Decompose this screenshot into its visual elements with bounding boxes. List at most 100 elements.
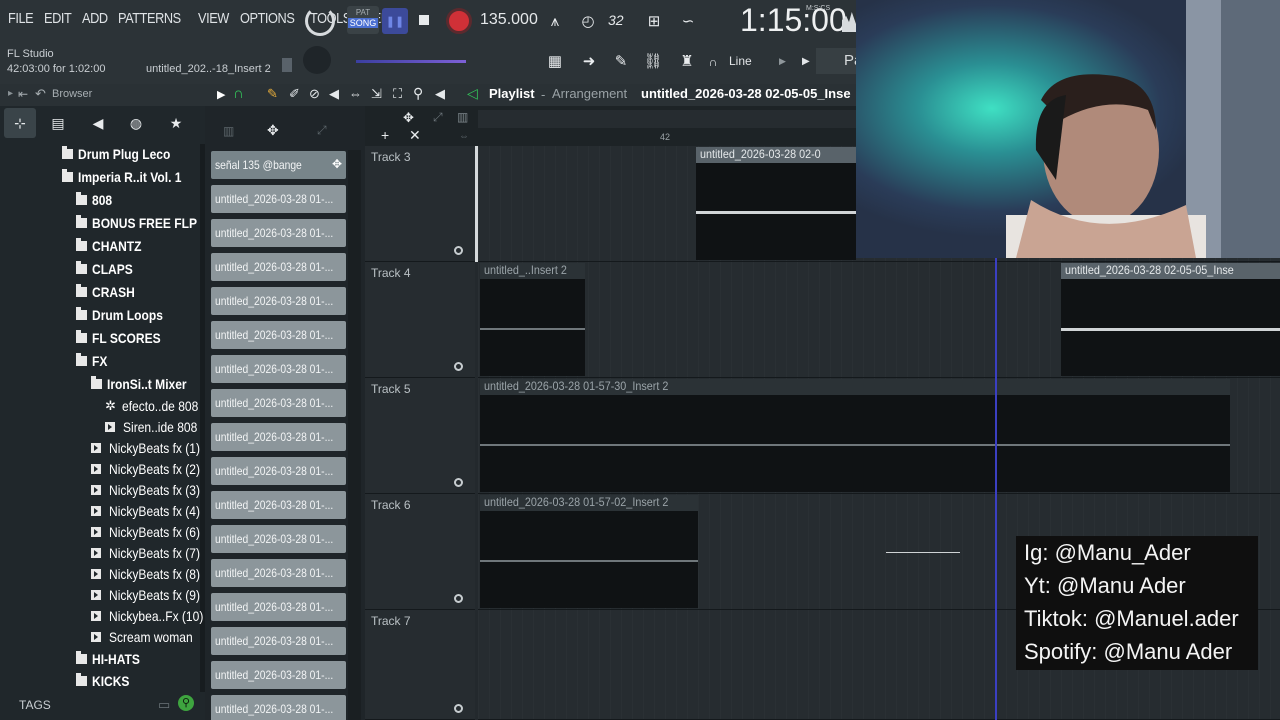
paint-tool-icon[interactable]: ✐ [289,86,300,102]
browser-item[interactable]: CLAPS [0,258,205,279]
browser-item[interactable]: IronSi..t Mixer [0,373,205,394]
browser-undo-icon[interactable]: ↶ [35,86,46,102]
select-tool-icon[interactable]: ⛶ [393,86,402,102]
tempo-display[interactable]: 135.000 [480,11,538,29]
menu-file[interactable]: FILE [8,10,34,27]
magnet-icon[interactable]: ∩ [706,54,720,70]
menu-edit[interactable]: EDIT [44,10,72,27]
favorites-tab-icon[interactable]: ★ [160,108,192,138]
playlist-menu-arrow-icon[interactable]: ▶ [217,88,225,101]
track-resize-icon[interactable]: ⇔ [459,131,469,142]
browser-item[interactable]: FX [0,350,205,371]
browser-item[interactable]: Drum Loops [0,304,205,325]
browser-item[interactable]: Drum Plug Leco [0,143,205,164]
tags-folder-icon[interactable]: ▭ [158,697,170,713]
picker-clip[interactable]: untitled_2026-03-28 01-... [211,219,346,247]
step-edit-icon[interactable]: ⊞ [642,9,666,33]
browser-arrow-icon[interactable]: ▸ [8,88,13,99]
plugin-icon[interactable]: ✎ [610,50,632,72]
playback-tool-icon[interactable]: ◀ [435,86,445,102]
pattern-selector[interactable]: Pa [816,48,856,74]
playhead[interactable] [995,258,997,720]
draw-tool-icon[interactable]: ✎ [267,86,278,102]
channel-rack-arrow-icon[interactable]: ➜ [578,50,600,72]
track-header-4[interactable]: Track 4 [365,262,475,378]
track-header-7[interactable]: Track 7 [365,610,475,720]
browser-item[interactable]: Scream woman [0,626,205,647]
browser-item[interactable]: NickyBeats fx (2) [0,458,205,479]
sounds-tab-icon[interactable]: ◍ [120,108,152,138]
menu-add[interactable]: ADD [82,10,108,27]
track-mute-led[interactable] [454,594,463,603]
plugin-database-tab-icon[interactable]: ◀ [82,108,114,138]
track-arrows-icon[interactable]: ✥ [403,110,414,126]
track-header-3[interactable]: Track 3 [365,146,475,262]
close-track-icon[interactable]: ✕ [409,127,421,144]
track-mute-led[interactable] [454,704,463,713]
snap-mode-label[interactable]: Line [729,54,752,68]
zoom-tool-icon[interactable]: ⚲ [413,85,423,102]
delete-tool-icon[interactable]: ⊘ [309,86,320,102]
add-track-icon[interactable]: + [381,127,389,143]
picker-clip[interactable]: untitled_2026-03-28 01-... [211,627,346,655]
track-header-5[interactable]: Track 5 [365,378,475,494]
song-time[interactable]: 1:15:00 [740,2,847,39]
slip-tool-icon[interactable]: ⇔ [349,86,362,101]
browser-item[interactable]: 808 [0,189,205,210]
picker-clip[interactable]: untitled_2026-03-28 01-... [211,423,346,451]
current-project-tab-icon[interactable]: ▤ [42,108,74,138]
record-button[interactable] [446,8,472,34]
slice-tool-icon[interactable]: ⇲ [371,86,382,102]
picker-clip[interactable]: untitled_2026-03-28 01-... [211,695,346,720]
picker-clip[interactable]: untitled_2026-03-28 01-... [211,185,346,213]
magnet-snap-icon[interactable]: ∩ [233,85,244,102]
browser-item[interactable]: FL SCORES [0,327,205,348]
browser-back-icon[interactable]: ⇤ [18,87,28,101]
stop-button[interactable] [419,15,429,25]
picker-clip[interactable]: untitled_2026-03-28 01-... [211,457,346,485]
track-mute-led[interactable] [454,362,463,371]
wait-record-icon[interactable]: ◴ [576,9,600,33]
audio-clip[interactable]: untitled_2026-03-28 02-0 [696,147,856,260]
browser-item[interactable]: Nickybea..Fx (10) [0,605,205,626]
master-pitch-slider[interactable] [356,60,466,63]
loop-record-icon[interactable]: ∽ [676,9,700,33]
playlist-play-icon[interactable]: ◁ [467,85,478,102]
picker-clip[interactable]: untitled_2026-03-28 01-... [211,321,346,349]
mixer-icon[interactable]: ♜ [676,50,698,72]
browser-item[interactable]: NickyBeats fx (9) [0,584,205,605]
browser-item[interactable]: HI-HATS [0,648,205,669]
browser-item[interactable]: NickyBeats fx (8) [0,563,205,584]
picker-clip[interactable]: untitled_2026-03-28 01-... [211,559,346,587]
mute-tool-icon[interactable]: ◀ [329,86,339,102]
master-volume-knob[interactable] [303,46,331,74]
clip-drag-icon[interactable]: ✥ [332,157,342,171]
menu-patterns[interactable]: PATTERNS [118,10,181,27]
search-icon[interactable]: ⚲ [178,695,194,711]
piano-roll-icon[interactable]: ▦ [542,50,568,72]
browser-item[interactable]: Siren..ide 808 [0,416,205,437]
browser-item[interactable]: Imperia R..it Vol. 1 [0,166,205,187]
picker-clip[interactable]: untitled_2026-03-28 01-... [211,287,346,315]
snap-arrow-icon[interactable]: ▶ [779,56,786,67]
picker-scrollbar[interactable] [348,150,361,720]
audio-clip[interactable]: untitled_2026-03-28 01-57-02_Insert 2 [480,495,698,608]
pause-button[interactable]: ❚❚ [382,8,408,34]
menu-view[interactable]: VIEW [198,10,229,27]
browser-item[interactable]: NickyBeats fx (4) [0,500,205,521]
browser-item[interactable]: CHANTZ [0,235,205,256]
picker-clip[interactable]: untitled_2026-03-28 01-... [211,593,346,621]
browser-item[interactable]: NickyBeats fx (7) [0,542,205,563]
track-header-6[interactable]: Track 6 [365,494,475,610]
pattern-arrow-icon[interactable]: ▶ [802,56,810,67]
browser-item[interactable]: KICKS [0,670,205,691]
track-zoom-icon[interactable]: ⤢ [433,110,443,125]
track-mute-led[interactable] [454,246,463,255]
browser-item[interactable]: BONUS FREE FLP [0,212,205,233]
picker-clip[interactable]: untitled_2026-03-28 01-... [211,525,346,553]
picker-clip[interactable]: untitled_2026-03-28 01-... [211,661,346,689]
link-icon[interactable]: ⛓ [642,50,664,72]
picker-clip[interactable]: untitled_2026-03-28 01-... [211,253,346,281]
metronome-icon[interactable]: ⩚ [543,9,567,33]
picker-clip[interactable]: untitled_2026-03-28 01-... [211,491,346,519]
